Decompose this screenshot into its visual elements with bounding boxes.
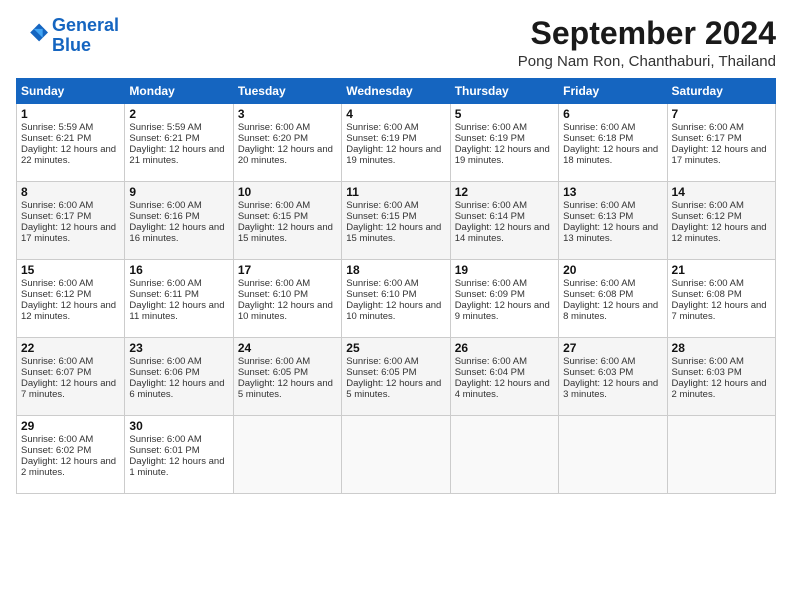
- calendar-title: September 2024: [518, 16, 776, 51]
- table-row: 9 Sunrise: 6:00 AMSunset: 6:16 PMDayligh…: [125, 182, 233, 260]
- page: General Blue September 2024 Pong Nam Ron…: [0, 0, 792, 612]
- table-row: 20 Sunrise: 6:00 AMSunset: 6:08 PMDaylig…: [559, 260, 667, 338]
- table-row: 1 Sunrise: 5:59 AMSunset: 6:21 PMDayligh…: [17, 104, 125, 182]
- title-block: September 2024 Pong Nam Ron, Chanthaburi…: [518, 16, 776, 70]
- table-row: 2 Sunrise: 5:59 AMSunset: 6:21 PMDayligh…: [125, 104, 233, 182]
- logo: General Blue: [16, 16, 119, 56]
- col-saturday: Saturday: [667, 79, 775, 104]
- table-row: 17 Sunrise: 6:00 AMSunset: 6:10 PMDaylig…: [233, 260, 341, 338]
- table-row: 30 Sunrise: 6:00 AMSunset: 6:01 PMDaylig…: [125, 416, 233, 494]
- calendar-subtitle: Pong Nam Ron, Chanthaburi, Thailand: [518, 53, 776, 70]
- calendar-header: Sunday Monday Tuesday Wednesday Thursday…: [17, 79, 776, 104]
- table-row: 8 Sunrise: 6:00 AMSunset: 6:17 PMDayligh…: [17, 182, 125, 260]
- calendar-body: 1 Sunrise: 5:59 AMSunset: 6:21 PMDayligh…: [17, 104, 776, 494]
- table-row: 25 Sunrise: 6:00 AMSunset: 6:05 PMDaylig…: [342, 338, 450, 416]
- table-row: 13 Sunrise: 6:00 AMSunset: 6:13 PMDaylig…: [559, 182, 667, 260]
- table-row: [342, 416, 450, 494]
- table-row: 11 Sunrise: 6:00 AMSunset: 6:15 PMDaylig…: [342, 182, 450, 260]
- table-row: 7 Sunrise: 6:00 AMSunset: 6:17 PMDayligh…: [667, 104, 775, 182]
- header-row: Sunday Monday Tuesday Wednesday Thursday…: [17, 79, 776, 104]
- week-row: 1 Sunrise: 5:59 AMSunset: 6:21 PMDayligh…: [17, 104, 776, 182]
- table-row: 24 Sunrise: 6:00 AMSunset: 6:05 PMDaylig…: [233, 338, 341, 416]
- header: General Blue September 2024 Pong Nam Ron…: [16, 16, 776, 70]
- table-row: 28 Sunrise: 6:00 AMSunset: 6:03 PMDaylig…: [667, 338, 775, 416]
- table-row: 12 Sunrise: 6:00 AMSunset: 6:14 PMDaylig…: [450, 182, 558, 260]
- table-row: 4 Sunrise: 6:00 AMSunset: 6:19 PMDayligh…: [342, 104, 450, 182]
- table-row: [667, 416, 775, 494]
- calendar-table: Sunday Monday Tuesday Wednesday Thursday…: [16, 78, 776, 494]
- table-row: 27 Sunrise: 6:00 AMSunset: 6:03 PMDaylig…: [559, 338, 667, 416]
- col-monday: Monday: [125, 79, 233, 104]
- col-thursday: Thursday: [450, 79, 558, 104]
- logo-general: General: [52, 15, 119, 35]
- table-row: 18 Sunrise: 6:00 AMSunset: 6:10 PMDaylig…: [342, 260, 450, 338]
- logo-blue: Blue: [52, 35, 91, 55]
- table-row: 23 Sunrise: 6:00 AMSunset: 6:06 PMDaylig…: [125, 338, 233, 416]
- table-row: 29 Sunrise: 6:00 AMSunset: 6:02 PMDaylig…: [17, 416, 125, 494]
- table-row: [233, 416, 341, 494]
- table-row: 6 Sunrise: 6:00 AMSunset: 6:18 PMDayligh…: [559, 104, 667, 182]
- logo-text: General Blue: [52, 16, 119, 56]
- table-row: [450, 416, 558, 494]
- col-wednesday: Wednesday: [342, 79, 450, 104]
- table-row: 10 Sunrise: 6:00 AMSunset: 6:15 PMDaylig…: [233, 182, 341, 260]
- table-row: 16 Sunrise: 6:00 AMSunset: 6:11 PMDaylig…: [125, 260, 233, 338]
- table-row: 15 Sunrise: 6:00 AMSunset: 6:12 PMDaylig…: [17, 260, 125, 338]
- table-row: 22 Sunrise: 6:00 AMSunset: 6:07 PMDaylig…: [17, 338, 125, 416]
- table-row: 26 Sunrise: 6:00 AMSunset: 6:04 PMDaylig…: [450, 338, 558, 416]
- week-row: 8 Sunrise: 6:00 AMSunset: 6:17 PMDayligh…: [17, 182, 776, 260]
- table-row: 21 Sunrise: 6:00 AMSunset: 6:08 PMDaylig…: [667, 260, 775, 338]
- week-row: 22 Sunrise: 6:00 AMSunset: 6:07 PMDaylig…: [17, 338, 776, 416]
- table-row: 5 Sunrise: 6:00 AMSunset: 6:19 PMDayligh…: [450, 104, 558, 182]
- logo-icon: [16, 20, 48, 52]
- col-sunday: Sunday: [17, 79, 125, 104]
- week-row: 15 Sunrise: 6:00 AMSunset: 6:12 PMDaylig…: [17, 260, 776, 338]
- table-row: 3 Sunrise: 6:00 AMSunset: 6:20 PMDayligh…: [233, 104, 341, 182]
- week-row: 29 Sunrise: 6:00 AMSunset: 6:02 PMDaylig…: [17, 416, 776, 494]
- table-row: [559, 416, 667, 494]
- table-row: 14 Sunrise: 6:00 AMSunset: 6:12 PMDaylig…: [667, 182, 775, 260]
- table-row: 19 Sunrise: 6:00 AMSunset: 6:09 PMDaylig…: [450, 260, 558, 338]
- col-tuesday: Tuesday: [233, 79, 341, 104]
- col-friday: Friday: [559, 79, 667, 104]
